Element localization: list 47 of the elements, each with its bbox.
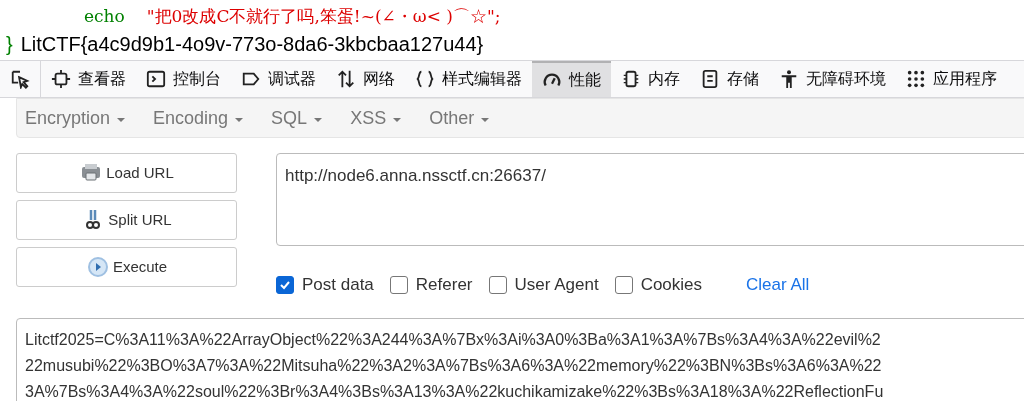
storage-icon: [700, 69, 720, 89]
option-checkbox[interactable]: Referer: [389, 272, 473, 298]
caret-icon: [393, 117, 402, 122]
post-data-field[interactable]: [16, 317, 1024, 401]
code-string: "把0改成C不就行了吗,笨蛋!~(∠・ω< )⌒☆";: [146, 5, 501, 28]
devtools-tab[interactable]: 存储: [690, 61, 769, 97]
option-checkbox[interactable]: Cookies: [614, 272, 703, 298]
grid-icon: [906, 69, 926, 89]
hackbar-button[interactable]: Split URL: [16, 200, 237, 240]
arrows-icon: [336, 69, 356, 89]
caret-icon: [481, 117, 490, 122]
menu-dropdown[interactable]: Encryption: [25, 104, 126, 132]
caret-icon: [117, 117, 126, 122]
hackbar-button[interactable]: Execute: [16, 247, 237, 287]
code-brace: }: [6, 32, 13, 57]
menu-dropdown[interactable]: SQL: [271, 104, 323, 132]
devtools-tab[interactable]: 调试器: [231, 61, 326, 97]
devtools-tab[interactable]: 性能: [532, 61, 611, 97]
person-icon: [779, 69, 799, 89]
post-data-line: 22musubi%22%3BO%3A7%3A%22Mitsuha%22%3A2%3A%7Bs%3A6%3A%22memory%22%3BN%3Bs%3A6%3A%22: [25, 355, 882, 376]
post-data-line: 3A%7Bs%3A4%3A%22soul%22%3Br%3A4%3Bs%3A13%3A%22kuchikamizake%22%3Bs%3A18%3A%22ReflectionFu: [25, 381, 884, 401]
clear-all-link[interactable]: Clear All: [746, 272, 810, 298]
code-keyword: echo: [84, 5, 125, 28]
devtools-tab[interactable]: 控制台: [136, 61, 231, 97]
chip-icon: [621, 69, 641, 89]
hackbar-button[interactable]: Load URL: [16, 153, 237, 193]
braces-icon: [415, 69, 435, 89]
url-field[interactable]: http://node6.anna.nssctf.cn:26637/: [276, 153, 1024, 246]
devtools-tab[interactable]: 查看器: [41, 61, 136, 97]
devtools-tab[interactable]: 应用程序: [896, 61, 1007, 97]
flag-text: LitCTF{a4c9d9b1-4o9v-773o-8da6-3kbcbaa127u44}: [20, 32, 484, 57]
devtools-tab[interactable]: 样式编辑器: [405, 61, 532, 97]
option-checkbox[interactable]: User Agent: [488, 272, 599, 298]
post-data-line: Litctf2025=C%3A11%3A%22ArrayObject%22%3A244%3A%7Bx%3Ai%3A0%3Ba%3A1%3A%7Bs%3A4%3A%22evil%2: [25, 329, 881, 350]
devtools-tab[interactable]: 网络: [326, 61, 405, 97]
menu-dropdown[interactable]: Other: [429, 104, 490, 132]
option-checkbox[interactable]: Post data: [276, 272, 374, 298]
devtools-tab[interactable]: 内存: [611, 61, 690, 97]
pointer-icon: [10, 69, 30, 89]
crosshair-icon: [51, 69, 71, 89]
menu-dropdown[interactable]: XSS: [350, 104, 402, 132]
menu-dropdown[interactable]: Encoding: [153, 104, 244, 132]
caret-icon: [235, 117, 244, 122]
console-icon: [146, 69, 166, 89]
caret-icon: [314, 117, 323, 122]
devtools-tab[interactable]: 无障碍环境: [769, 61, 896, 97]
play-icon: [85, 255, 110, 279]
